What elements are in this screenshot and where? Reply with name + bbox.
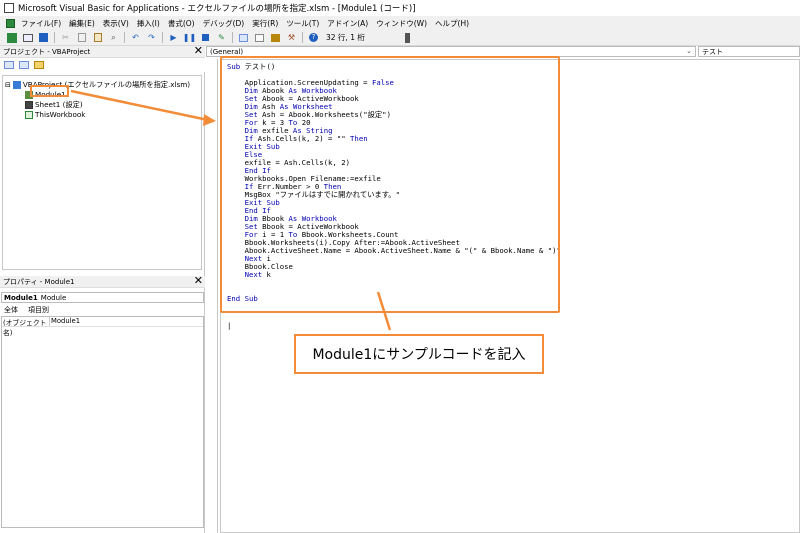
property-value[interactable]: Module1 bbox=[50, 317, 80, 326]
sheet-icon bbox=[25, 101, 33, 109]
code-highlight-box bbox=[220, 56, 560, 313]
procedure-combo[interactable]: テスト bbox=[698, 46, 800, 57]
workbook-icon bbox=[25, 110, 33, 119]
menu-tools[interactable]: ツール(T) bbox=[286, 18, 319, 29]
close-icon[interactable]: ✕ bbox=[194, 274, 203, 287]
window-title: Microsoft Visual Basic for Applications … bbox=[18, 4, 416, 14]
redo-icon[interactable]: ↷ bbox=[146, 32, 157, 43]
excel-icon[interactable] bbox=[6, 18, 15, 28]
project-title-bar: プロジェクト - VBAProject ✕ bbox=[0, 44, 205, 58]
toolbar-separator bbox=[232, 32, 233, 43]
copy-icon[interactable] bbox=[76, 32, 87, 43]
break-icon[interactable]: ❚❚ bbox=[183, 32, 196, 43]
menu-view[interactable]: 表示(V) bbox=[103, 18, 129, 29]
property-row[interactable]: (オブジェクト名) Module1 bbox=[2, 317, 203, 337]
run-icon[interactable]: ▶ bbox=[168, 32, 179, 43]
menu-insert[interactable]: 挿入(I) bbox=[137, 18, 160, 29]
undo-icon[interactable]: ↶ bbox=[130, 32, 141, 43]
menu-format[interactable]: 書式(O) bbox=[168, 18, 195, 29]
project-explorer-icon[interactable] bbox=[238, 32, 249, 43]
properties-tabs: 全体 項目別 bbox=[4, 305, 49, 315]
insert-form-icon[interactable] bbox=[22, 32, 33, 43]
menu-edit[interactable]: 編集(E) bbox=[69, 18, 95, 29]
title-bar: Microsoft Visual Basic for Applications … bbox=[0, 0, 800, 16]
tree-item-label: Sheet1 (設定) bbox=[35, 100, 83, 109]
toolbar-grip[interactable] bbox=[404, 32, 410, 43]
close-icon[interactable]: ✕ bbox=[194, 44, 203, 57]
menu-debug[interactable]: デバッグ(D) bbox=[203, 18, 245, 29]
text-cursor: | bbox=[227, 321, 232, 330]
excel-view-icon[interactable] bbox=[6, 32, 17, 43]
object-combo-value: (General) bbox=[210, 47, 244, 56]
find-icon[interactable]: ⌕ bbox=[108, 32, 119, 43]
cut-icon[interactable]: ✂ bbox=[60, 32, 71, 43]
cursor-position: 32 行, 1 桁 bbox=[326, 33, 365, 42]
callout-text: Module1にサンプルコードを記入 bbox=[312, 347, 526, 363]
project-explorer: プロジェクト - VBAProject ✕ ⊟ VBAProject (エクセル… bbox=[0, 44, 205, 276]
properties-window: プロパティ - Module1 ✕ Module1 Module 全体 項目別 … bbox=[0, 274, 205, 533]
toolbar-separator bbox=[162, 32, 163, 43]
tree-item-sheet1[interactable]: Sheet1 (設定) bbox=[25, 100, 83, 110]
menu-window[interactable]: ウィンドウ(W) bbox=[376, 18, 427, 29]
toolbox-icon[interactable]: ⚒ bbox=[286, 32, 297, 43]
toolbar-separator bbox=[124, 32, 125, 43]
object-type: Module bbox=[40, 293, 67, 302]
procedure-combo-value: テスト bbox=[702, 47, 723, 56]
tab-alphabetic[interactable]: 全体 bbox=[4, 305, 18, 315]
design-mode-icon[interactable]: ✎ bbox=[216, 32, 227, 43]
properties-title: プロパティ - Module1 bbox=[3, 277, 75, 286]
app-icon bbox=[4, 3, 14, 13]
menu-addins[interactable]: アドイン(A) bbox=[327, 18, 368, 29]
view-code-icon[interactable] bbox=[4, 61, 14, 69]
vba-project-icon bbox=[12, 81, 21, 89]
chevron-down-icon[interactable]: ⌄ bbox=[686, 47, 692, 55]
properties-title-bar: プロパティ - Module1 ✕ bbox=[0, 274, 205, 288]
tree-item-thisworkbook[interactable]: ThisWorkbook bbox=[25, 110, 85, 119]
property-key: (オブジェクト名) bbox=[2, 317, 50, 337]
toggle-folders-icon[interactable] bbox=[34, 61, 44, 69]
object-selector[interactable]: Module1 Module bbox=[1, 292, 204, 303]
help-icon[interactable]: ? bbox=[308, 32, 319, 43]
menu-help[interactable]: ヘルプ(H) bbox=[435, 18, 469, 29]
toolbar-separator bbox=[54, 32, 55, 43]
collapse-icon[interactable]: ⊟ bbox=[5, 81, 11, 89]
menu-file[interactable]: ファイル(F) bbox=[21, 18, 61, 29]
project-title: プロジェクト - VBAProject bbox=[3, 47, 91, 56]
margin-indicator-bar[interactable] bbox=[206, 59, 218, 533]
menu-bar: ファイル(F) 編集(E) 表示(V) 挿入(I) 書式(O) デバッグ(D) … bbox=[0, 16, 800, 30]
properties-icon[interactable] bbox=[254, 32, 265, 43]
properties-grid: (オブジェクト名) Module1 bbox=[1, 316, 204, 528]
project-tree: ⊟ VBAProject (エクセルファイルの場所を指定.xlsm) Modul… bbox=[2, 75, 202, 270]
tree-item-label: ThisWorkbook bbox=[35, 110, 86, 119]
toolbar: ✂ ⌕ ↶ ↷ ▶ ❚❚ ✎ ⚒ ? 32 行, 1 桁 bbox=[0, 30, 800, 46]
object-browser-icon[interactable] bbox=[270, 32, 281, 43]
paste-icon[interactable] bbox=[92, 32, 103, 43]
reset-icon[interactable] bbox=[200, 32, 211, 43]
annotation-callout: Module1にサンプルコードを記入 bbox=[294, 334, 544, 374]
module-highlight-box bbox=[30, 85, 69, 97]
object-name: Module1 bbox=[4, 293, 38, 302]
save-icon[interactable] bbox=[38, 32, 49, 43]
project-toolbar bbox=[0, 58, 205, 72]
menu-run[interactable]: 実行(R) bbox=[252, 18, 278, 29]
view-object-icon[interactable] bbox=[19, 61, 29, 69]
toolbar-separator bbox=[302, 32, 303, 43]
tab-categorized[interactable]: 項目別 bbox=[28, 305, 49, 315]
